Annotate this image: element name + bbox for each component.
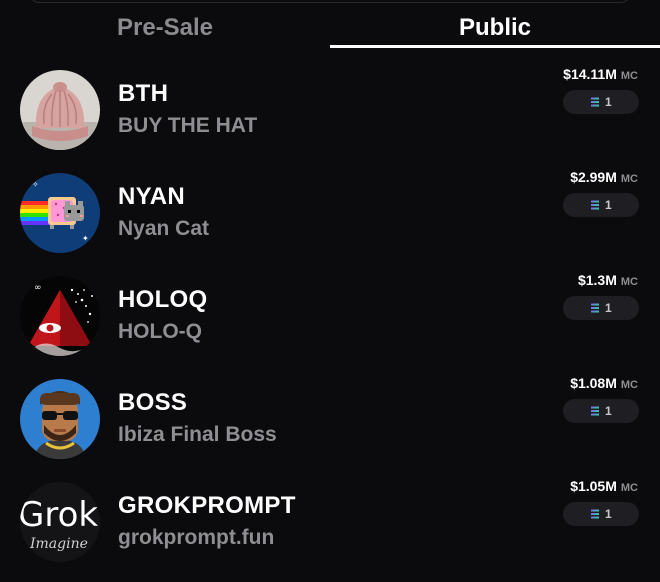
chain-badge[interactable]: 1 <box>563 90 639 114</box>
chain-count: 1 <box>605 404 612 418</box>
solana-icon <box>591 97 599 107</box>
grok-imagine-logo: Grok Imagine <box>20 482 100 562</box>
top-panel-edge <box>30 0 630 3</box>
token-row-bth[interactable]: BTH BUY THE HAT $14.11M MC 1 <box>0 66 660 170</box>
tab-public[interactable]: Public <box>330 14 660 42</box>
token-row-grokprompt[interactable]: Grok Imagine GROKPROMPT grokprompt.fun $… <box>0 478 660 582</box>
solana-icon <box>591 200 599 210</box>
token-name: Ibiza Final Boss <box>118 423 277 446</box>
grok-logo-text: Grok <box>20 495 98 535</box>
svg-text:∞: ∞ <box>34 283 42 293</box>
token-name: grokprompt.fun <box>118 526 275 549</box>
token-ticker: GROKPROMPT <box>118 492 296 519</box>
tab-pre-sale[interactable]: Pre-Sale <box>0 14 330 42</box>
bearded-man-sunglasses-image <box>20 379 100 459</box>
red-pyramid-eye-image: ∞ <box>20 276 100 356</box>
token-name: Nyan Cat <box>118 217 210 240</box>
market-cap-label: MC <box>620 173 638 185</box>
token-row-boss[interactable]: BOSS Ibiza Final Boss $1.08M MC 1 <box>0 375 660 479</box>
chain-badge[interactable]: 1 <box>563 296 639 320</box>
market-cap-value: $14.11M <box>563 66 617 82</box>
market-cap-value: $1.3M <box>577 272 617 288</box>
market-cap-label: MC <box>620 482 638 494</box>
market-cap: $1.05M MC <box>570 478 638 494</box>
active-tab-indicator <box>330 45 660 48</box>
token-ticker: NYAN <box>118 183 186 210</box>
market-cap: $2.99M MC <box>570 169 638 185</box>
market-cap-label: MC <box>620 276 638 288</box>
token-row-nyan[interactable]: ✧ ✦ NYAN Nyan Cat $2.99M MC 1 <box>0 169 660 273</box>
market-cap-value: $1.05M <box>570 478 617 494</box>
svg-text:✧: ✧ <box>32 180 39 189</box>
market-cap: $14.11M MC <box>563 66 638 82</box>
market-cap-label: MC <box>620 70 638 82</box>
market-cap-value: $1.08M <box>570 375 617 391</box>
token-name: HOLO-Q <box>118 320 202 343</box>
market-cap-label: MC <box>620 379 638 391</box>
solana-icon <box>591 406 599 416</box>
svg-text:✦: ✦ <box>82 234 89 243</box>
pink-knit-hat-image <box>20 70 100 150</box>
token-ticker: BTH <box>118 80 169 107</box>
token-name: BUY THE HAT <box>118 114 258 137</box>
chain-badge[interactable]: 1 <box>563 399 639 423</box>
chain-count: 1 <box>605 507 612 521</box>
token-ticker: HOLOQ <box>118 286 208 313</box>
market-cap-value: $2.99M <box>570 169 617 185</box>
chain-badge[interactable]: 1 <box>563 193 639 217</box>
solana-icon <box>591 509 599 519</box>
market-cap: $1.08M MC <box>570 375 638 391</box>
chain-count: 1 <box>605 198 612 212</box>
chain-count: 1 <box>605 95 612 109</box>
token-row-holoq[interactable]: ∞ HOLOQ HOLO-Q $1.3M MC 1 <box>0 272 660 376</box>
market-cap: $1.3M MC <box>578 272 638 288</box>
solana-icon <box>591 303 599 313</box>
token-ticker: BOSS <box>118 389 188 416</box>
nyan-cat-image: ✧ ✦ <box>20 173 100 253</box>
tab-bar: Pre-Sale Public <box>0 10 660 50</box>
imagine-logo-text: Imagine <box>29 536 88 552</box>
chain-count: 1 <box>605 301 612 315</box>
chain-badge[interactable]: 1 <box>563 502 639 526</box>
